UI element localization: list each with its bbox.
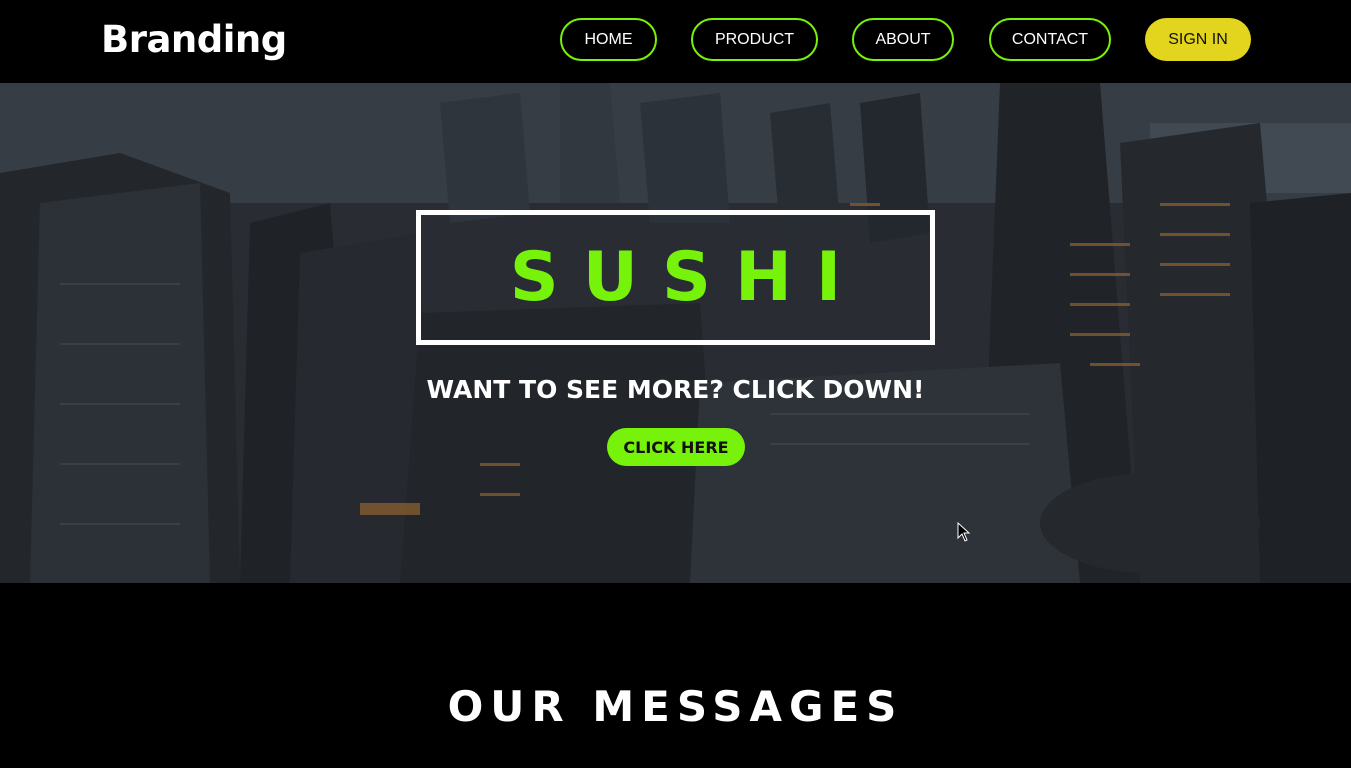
hero-banner: SUSHI WANT TO SEE MORE? CLICK DOWN! CLIC… [0,83,1351,583]
click-here-button[interactable]: CLICK HERE [607,428,745,466]
section-title: OUR MESSAGES [447,682,904,731]
hero-title-box: SUSHI [416,210,935,345]
nav-contact-button[interactable]: CONTACT [989,18,1111,61]
nav-home-button[interactable]: HOME [560,18,657,61]
sign-in-button[interactable]: SIGN IN [1145,18,1251,61]
nav-product-button[interactable]: PRODUCT [691,18,818,61]
hero-subtitle: WANT TO SEE MORE? CLICK DOWN! [426,375,925,404]
brand-logo[interactable]: Branding [101,18,287,61]
hero-title: SUSHI [509,238,866,317]
navbar: Branding HOME PRODUCT ABOUT CONTACT SIGN… [0,0,1351,83]
mouse-cursor-icon [957,522,971,542]
nav-about-button[interactable]: ABOUT [852,18,954,61]
